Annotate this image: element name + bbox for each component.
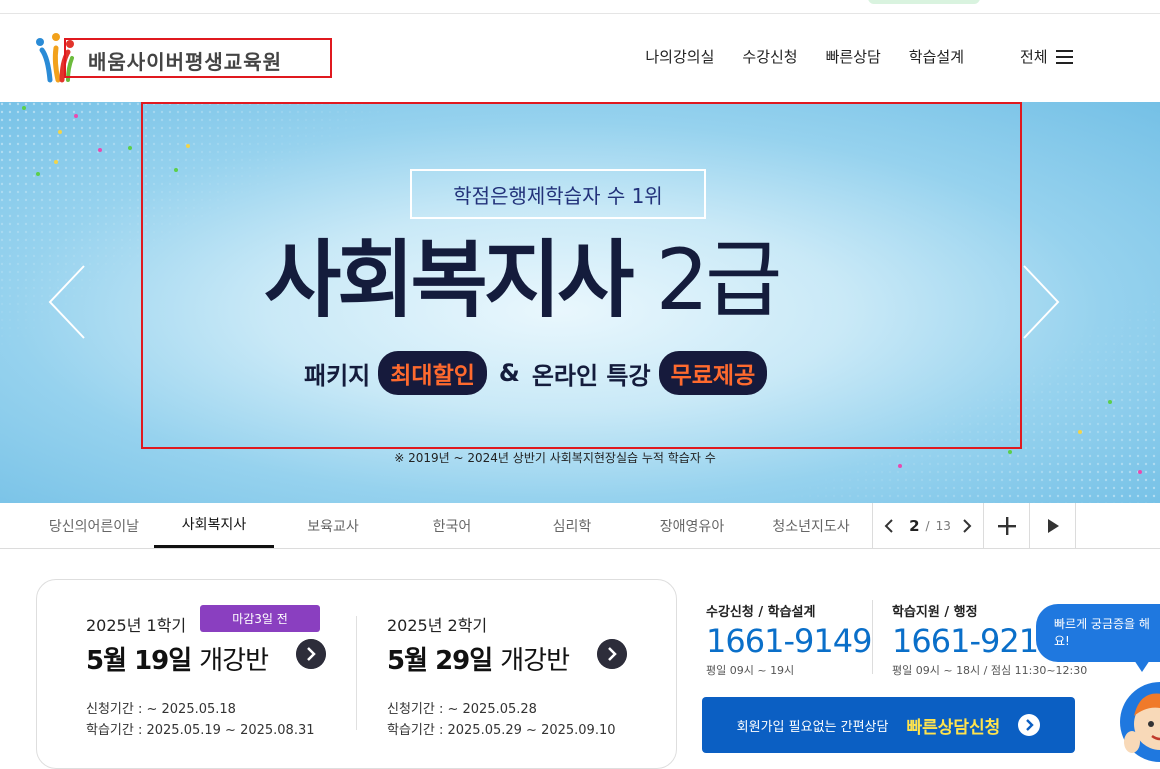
tab-pager: 2 / 13 bbox=[872, 503, 984, 548]
term1-date: 5월 19일 bbox=[86, 646, 192, 676]
nav-my-classroom[interactable]: 나의강의실 bbox=[645, 46, 714, 67]
term2-arrow-icon[interactable] bbox=[597, 639, 627, 669]
contact-divider bbox=[872, 600, 873, 674]
term1-apply-period: 신청기간 : ~ 2025.05.18 bbox=[86, 702, 236, 717]
site-header: 배움사이버평생교육원 나의강의실 수강신청 빠른상담 학습설계 전체 bbox=[0, 14, 1160, 102]
tab-korean[interactable]: 한국어 bbox=[392, 503, 512, 548]
chat-bubble[interactable]: 빠르게 궁금증을 해 요! bbox=[1036, 604, 1160, 662]
term1-arrow-icon[interactable] bbox=[296, 639, 326, 669]
hero-banner[interactable]: 학점은행제학습자 수 1위 사회복지사 2급 패키지 최대할인 & 온라인 특강… bbox=[0, 102, 1160, 503]
term-2[interactable]: 2025년 2학기 5월 29일 개강반 신청기간 : ~ 2025.05.28… bbox=[387, 612, 647, 741]
chat-line-2: 요! bbox=[1054, 634, 1070, 648]
hero-tag-discount: 최대할인 bbox=[378, 351, 487, 395]
support-hours: 평일 09시 ~ 18시 / 점심 11:30~12:30 bbox=[892, 664, 1088, 677]
chevron-right-icon bbox=[1018, 714, 1041, 736]
hero-next-arrow-icon[interactable] bbox=[1022, 264, 1062, 340]
plus-icon bbox=[997, 516, 1016, 535]
term1-study-period: 학습기간 : 2025.05.19 ~ 2025.08.31 bbox=[86, 723, 315, 738]
card-divider bbox=[356, 616, 357, 730]
quick-consult-button[interactable]: 회원가입 필요없는 간편상담 빠른상담신청 bbox=[702, 697, 1075, 753]
tab-social-worker[interactable]: 사회복지사 bbox=[154, 503, 274, 548]
enrollment-card: 2025년 1학기 5월 19일 개강반 신청기간 : ~ 2025.05.18… bbox=[36, 579, 677, 769]
hero-sub-amp: & bbox=[498, 359, 520, 387]
hero-prev-arrow-icon[interactable] bbox=[46, 264, 86, 340]
hero-footnote: ※ 2019년 ~ 2024년 상반기 사회복지현장실습 누적 학습자 수 bbox=[394, 451, 716, 465]
term2-study-period: 학습기간 : 2025.05.29 ~ 2025.09.10 bbox=[387, 723, 616, 738]
tab-parents-day[interactable]: 당신의어른이날 bbox=[34, 503, 154, 548]
term2-semester: 2025년 2학기 bbox=[387, 616, 488, 635]
tab-childcare-teacher[interactable]: 보육교사 bbox=[273, 503, 393, 548]
hero-title-main: 사회복지사 bbox=[264, 231, 634, 329]
nav-all-menu-button[interactable]: 전체 bbox=[1020, 46, 1073, 67]
nav-study-plan[interactable]: 학습설계 bbox=[909, 46, 964, 67]
hero-subtitle: 패키지 최대할인 & 온라인 특강 무료제공 bbox=[304, 351, 768, 395]
consult-small-text: 회원가입 필요없는 간편상담 bbox=[736, 719, 889, 735]
hero-title-grade: 2급 bbox=[655, 231, 783, 329]
hamburger-icon bbox=[1055, 49, 1073, 64]
tabs-play-button[interactable] bbox=[1030, 503, 1076, 548]
term2-suffix: 개강반 bbox=[500, 646, 570, 676]
tab-special-needs-infant[interactable]: 장애영유아 bbox=[632, 503, 752, 548]
pager-current: 2 bbox=[909, 516, 920, 535]
term1-suffix: 개강반 bbox=[199, 646, 269, 676]
nav-quick-consult[interactable]: 빠른상담 bbox=[826, 46, 881, 67]
term2-apply-period: 신청기간 : ~ 2025.05.28 bbox=[387, 702, 537, 717]
pager-next-icon[interactable] bbox=[961, 518, 973, 533]
main-nav: 나의강의실 수강신청 빠른상담 학습설계 bbox=[645, 46, 964, 67]
pager-separator: / bbox=[925, 518, 930, 533]
sales-label: 수강신청 / 학습설계 bbox=[706, 605, 816, 620]
category-tabs: 당신의어른이날 사회복지사 보육교사 한국어 심리학 장애영유아 청소년지도사 … bbox=[0, 503, 1160, 549]
hero-sub-package: 패키지 bbox=[304, 361, 371, 390]
nav-all-label: 전체 bbox=[1020, 48, 1048, 66]
chat-avatar-icon[interactable] bbox=[1120, 672, 1160, 762]
top-utility-bar bbox=[0, 0, 1160, 14]
contact-sales: 수강신청 / 학습설계 1661-9149 평일 09시 ~ 19시 bbox=[706, 601, 872, 678]
logo-text: 배움사이버평생교육원 bbox=[88, 50, 282, 74]
hero-badge: 학점은행제학습자 수 1위 bbox=[410, 169, 706, 219]
chat-bubble-tail bbox=[1134, 660, 1150, 672]
tab-psychology[interactable]: 심리학 bbox=[512, 503, 632, 548]
tabs-more-button[interactable] bbox=[984, 503, 1030, 548]
sales-phone[interactable]: 1661-9149 bbox=[706, 622, 872, 660]
pager-prev-icon[interactable] bbox=[883, 518, 895, 533]
sales-hours: 평일 09시 ~ 19시 bbox=[706, 664, 795, 677]
deadline-badge: 마감3일 전 bbox=[200, 605, 320, 632]
tab-youth-counselor[interactable]: 청소년지도사 bbox=[751, 503, 871, 548]
nav-course-registration[interactable]: 수강신청 bbox=[742, 46, 797, 67]
hero-tag-free: 무료제공 bbox=[658, 351, 768, 395]
pager-total: 13 bbox=[935, 518, 951, 533]
site-logo[interactable]: 배움사이버평생교육원 bbox=[32, 28, 332, 84]
hero-sub-online: 온라인 특강 bbox=[531, 361, 651, 390]
chat-line-1: 빠르게 궁금증을 해 bbox=[1054, 617, 1150, 631]
consult-big-text: 빠른상담신청 bbox=[906, 717, 1001, 738]
hero-title: 사회복지사 2급 bbox=[264, 230, 783, 331]
top-banner-pill[interactable] bbox=[868, 0, 980, 4]
play-icon bbox=[1047, 518, 1059, 533]
term2-date: 5월 29일 bbox=[387, 646, 493, 676]
